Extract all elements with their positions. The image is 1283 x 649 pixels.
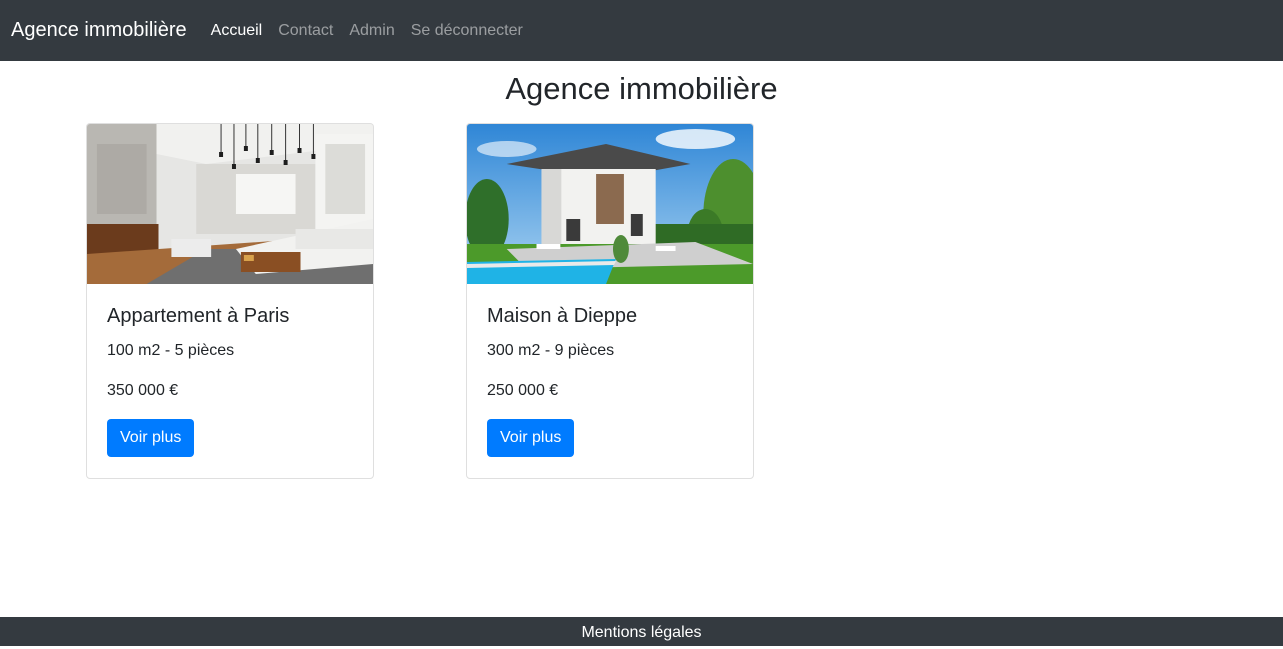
brand-link[interactable]: Agence immobilière <box>11 19 187 42</box>
listing-details: 100 m2 - 5 pièces <box>107 342 235 359</box>
legal-notice-link[interactable]: Mentions légales <box>581 624 701 641</box>
listing-card: Maison à Dieppe 300 m2 - 9 pièces 250 00… <box>466 123 754 479</box>
nav-links: Accueil Contact Admin Se déconnecter <box>211 22 539 40</box>
page-title: Agence immobilière <box>505 71 778 106</box>
apartment-photo <box>87 124 373 284</box>
listing-price: 250 000 € <box>487 382 559 399</box>
listing-title: Appartement à Paris <box>107 305 290 327</box>
listing-card: Appartement à Paris 100 m2 - 5 pièces 35… <box>86 123 374 479</box>
card-body: Maison à Dieppe 300 m2 - 9 pièces 250 00… <box>467 284 753 477</box>
nav-link-contact[interactable]: Contact <box>278 22 333 40</box>
listing-price: 350 000 € <box>107 382 179 399</box>
nav-link-logout[interactable]: Se déconnecter <box>411 22 523 40</box>
card-body: Appartement à Paris 100 m2 - 5 pièces 35… <box>87 284 373 477</box>
nav-link-accueil[interactable]: Accueil <box>211 22 263 40</box>
listing-details: 300 m2 - 9 pièces <box>487 342 615 359</box>
listing-title: Maison à Dieppe <box>487 305 638 327</box>
footer: Mentions légales <box>0 617 1283 646</box>
nav-link-admin[interactable]: Admin <box>349 22 394 40</box>
house-photo <box>467 124 753 284</box>
top-navbar: Agence immobilière Accueil Contact Admin… <box>0 0 1283 61</box>
voir-plus-button[interactable]: Voir plus <box>487 419 575 457</box>
voir-plus-button[interactable]: Voir plus <box>107 419 195 457</box>
